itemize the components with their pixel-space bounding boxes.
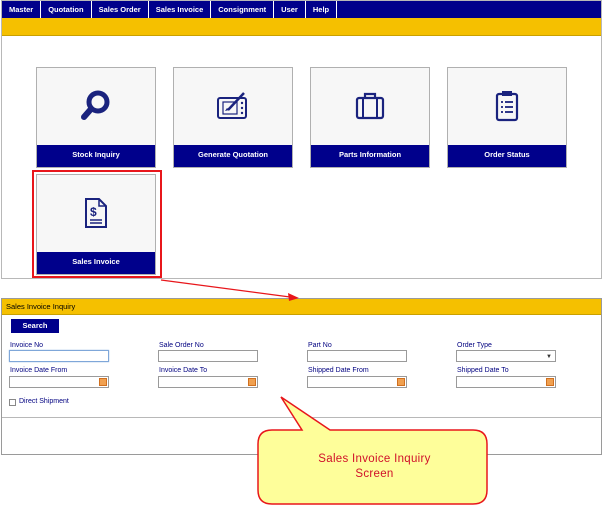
callout-line-1: Sales Invoice Inquiry xyxy=(318,453,431,465)
callout-bubble xyxy=(257,396,488,505)
callout-line-2: Screen xyxy=(355,468,394,480)
callout-text: Sales Invoice Inquiry Screen xyxy=(262,452,487,482)
